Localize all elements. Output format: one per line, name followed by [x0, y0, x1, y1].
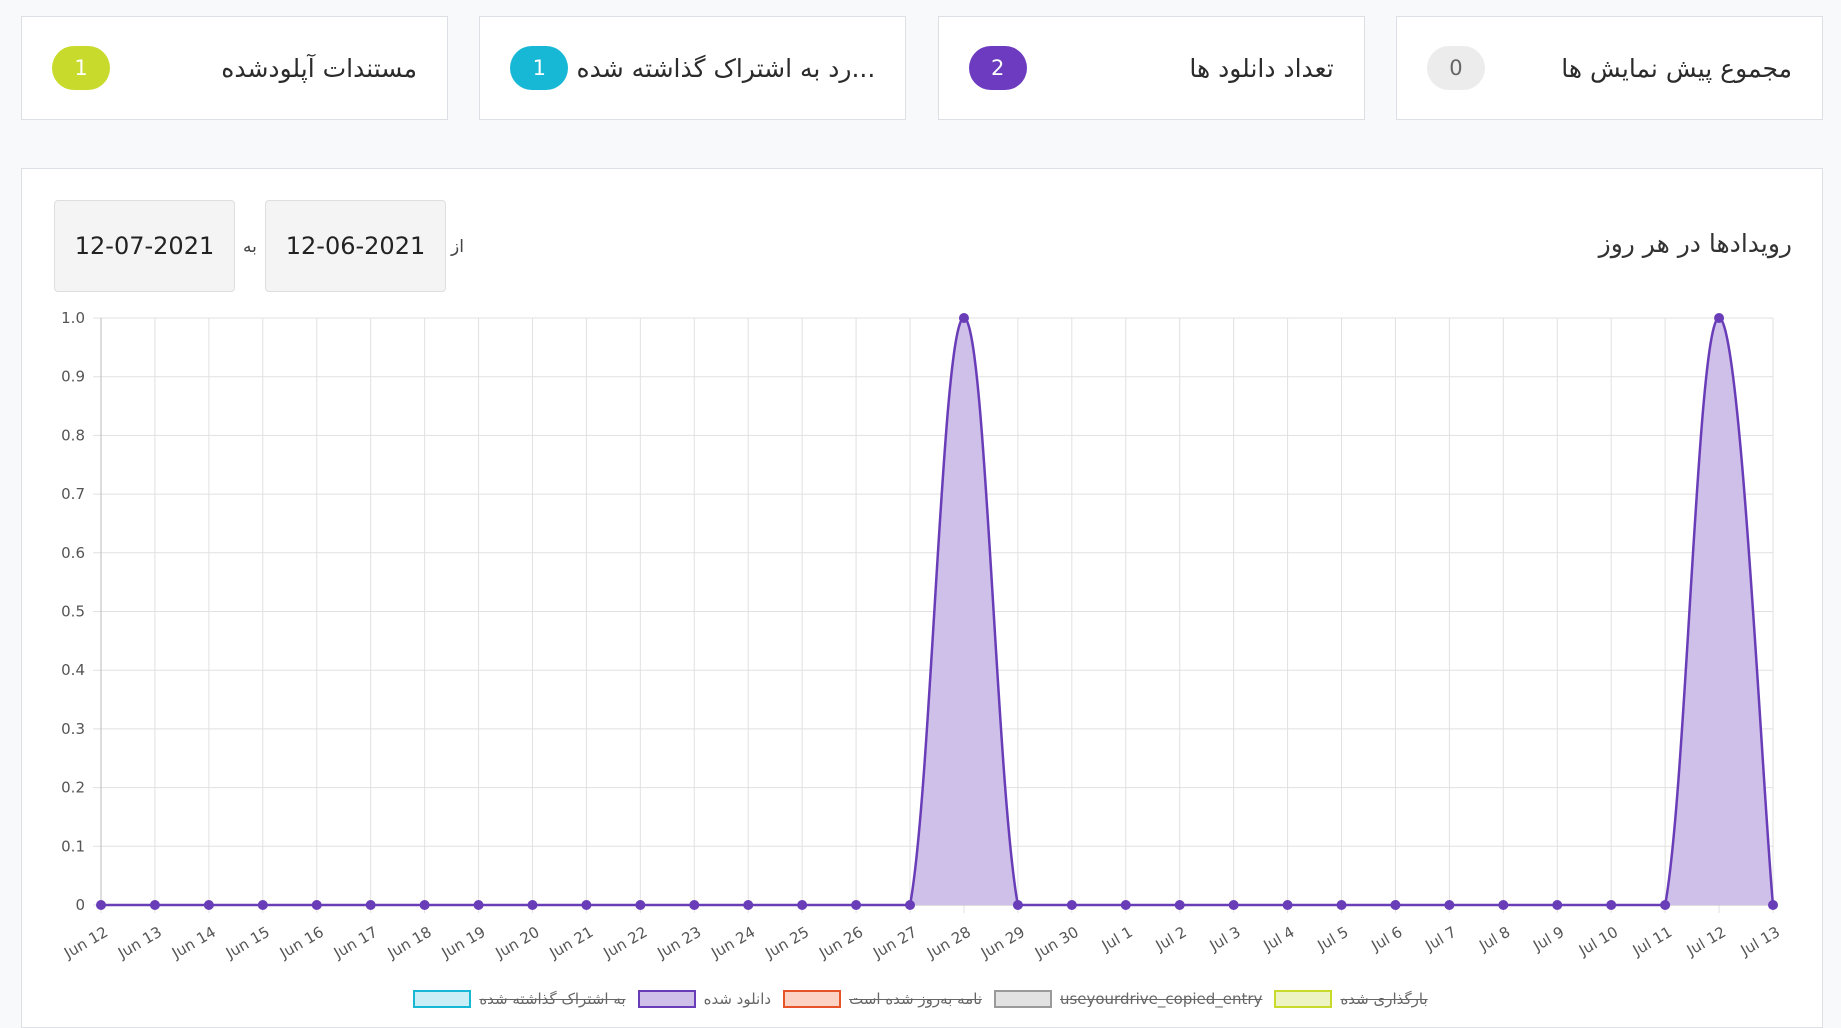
data-point [1282, 900, 1293, 910]
y-tick-label: 0.2 [61, 779, 85, 797]
x-tick-label: Jul 7 [1421, 923, 1459, 955]
x-tick-label: Jun 25 [761, 923, 812, 963]
legend-item[interactable]: useyourdrive_copied_entry [993, 990, 1263, 1008]
data-point [689, 900, 700, 910]
x-tick-label: Jun 29 [977, 923, 1028, 963]
data-point [149, 900, 160, 910]
data-point [1066, 900, 1077, 910]
legend-swatch [413, 990, 472, 1008]
data-point [1606, 900, 1617, 910]
y-tick-label: 0.9 [61, 368, 85, 386]
data-point [1336, 900, 1347, 910]
x-tick-label: Jul 5 [1314, 923, 1352, 955]
x-tick-label: Jul 12 [1683, 923, 1729, 960]
x-tick-label: Jun 22 [600, 923, 651, 963]
data-point [581, 900, 592, 910]
legend-swatch [783, 990, 842, 1008]
x-tick-label: Jun 19 [438, 923, 489, 963]
data-point [958, 313, 969, 323]
data-point [96, 900, 106, 910]
data-point [1714, 313, 1725, 323]
y-tick-label: 1.0 [61, 309, 85, 327]
y-tick-label: 0.3 [61, 720, 85, 738]
x-tick-label: Jul 13 [1737, 923, 1783, 960]
x-tick-label: Jun 26 [815, 923, 866, 963]
data-point [1012, 900, 1023, 910]
legend-item[interactable]: به اشتراک گذاشته شده [413, 990, 626, 1008]
y-tick-label: 0 [75, 896, 85, 914]
legend-swatch [637, 990, 696, 1008]
data-point [743, 900, 754, 910]
legend-item[interactable]: دانلود شده [637, 990, 772, 1008]
legend-swatch [993, 990, 1052, 1008]
data-point [1768, 900, 1778, 910]
data-point [635, 900, 646, 910]
data-point [1228, 900, 1239, 910]
data-point [1174, 900, 1185, 910]
y-tick-label: 0.8 [61, 426, 85, 444]
x-tick-label: Jun 15 [222, 923, 273, 963]
y-tick-label: 0.4 [61, 661, 85, 679]
x-tick-label: Jun 23 [653, 923, 704, 963]
data-point [797, 900, 808, 910]
x-tick-label: Jun 16 [276, 923, 327, 963]
legend-swatch [1274, 990, 1333, 1008]
legend-label: نامه به‌روز شده است [849, 990, 982, 1008]
x-tick-label: Jul 1 [1098, 923, 1136, 955]
events-chart: 00.10.20.30.40.50.60.70.80.91.0Jun 12 Jun… [60, 309, 1783, 963]
x-tick-label: Jun 18 [384, 923, 435, 963]
x-tick-label: Jun 20 [492, 923, 543, 963]
legend-label: به اشتراک گذاشته شده [479, 990, 626, 1008]
data-point [365, 900, 376, 910]
x-tick-label: Jul 9 [1529, 923, 1567, 955]
data-point [905, 900, 916, 910]
x-tick-label: Jun 27 [869, 923, 920, 963]
data-point [527, 900, 538, 910]
x-tick-label: Jul 10 [1575, 923, 1621, 960]
x-tick-label: Jul 4 [1260, 923, 1298, 955]
x-tick-label: Jun 17 [330, 923, 381, 963]
x-tick-label: Jul 6 [1368, 923, 1406, 955]
x-tick-label: Jun 24 [707, 923, 758, 963]
data-point [419, 900, 430, 910]
legend-item[interactable]: نامه به‌روز شده است [783, 990, 982, 1008]
x-tick-label: Jul 8 [1475, 923, 1513, 955]
legend-item[interactable]: بارگذاری شده [1274, 990, 1428, 1008]
y-tick-label: 0.7 [61, 485, 85, 503]
data-point [1120, 900, 1131, 910]
legend-label: دانلود شده [703, 990, 772, 1008]
x-tick-label: Jun 14 [168, 923, 219, 963]
data-point [257, 900, 268, 910]
x-tick-label: Jun 13 [114, 923, 165, 963]
y-tick-label: 0.5 [61, 603, 85, 621]
data-point [851, 900, 862, 910]
data-point [1444, 900, 1455, 910]
data-point [1552, 900, 1563, 910]
x-tick-label: Jun 21 [546, 923, 597, 963]
x-tick-label: Jun 12 [60, 923, 111, 963]
x-tick-label: Jun 28 [923, 923, 974, 963]
data-point [203, 900, 214, 910]
y-tick-label: 0.6 [61, 544, 85, 562]
data-point [311, 900, 322, 910]
y-tick-label: 0.1 [61, 837, 85, 855]
x-tick-label: Jul 2 [1152, 923, 1190, 955]
x-tick-label: Jun 30 [1031, 923, 1082, 963]
data-point [1660, 900, 1671, 910]
data-point [473, 900, 484, 910]
chart-legend: به اشتراک گذاشته شده دانلود شده نامه به‌رو… [0, 987, 1841, 1011]
legend-label: بارگذاری شده [1340, 990, 1428, 1008]
data-point [1390, 900, 1401, 910]
x-tick-label: Jul 3 [1206, 923, 1244, 955]
legend-label: useyourdrive_copied_entry [1059, 990, 1263, 1008]
data-point [1498, 900, 1509, 910]
x-tick-label: Jul 11 [1629, 923, 1675, 960]
